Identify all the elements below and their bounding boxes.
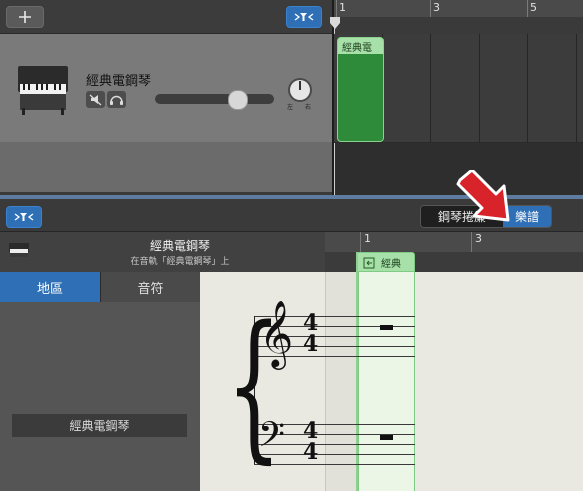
editor-track-name: 經典電鋼琴	[149, 239, 210, 253]
volume-slider-knob[interactable]	[228, 90, 248, 110]
timeline-ruler[interactable]: 1 3 5	[334, 0, 583, 18]
tab-region[interactable]: 地區	[0, 272, 100, 302]
midi-region[interactable]: 經典電	[337, 37, 384, 142]
track-filter-button[interactable]	[286, 6, 322, 28]
treble-clef: 𝄞	[259, 299, 294, 367]
score-gutter	[325, 272, 356, 491]
filter-icon	[14, 213, 34, 221]
editor-filter-button[interactable]	[6, 206, 42, 228]
ruler-mark-3: 3	[433, 1, 440, 14]
mute-button[interactable]	[86, 91, 105, 108]
region-name: 經典電	[342, 43, 372, 54]
editor-track-info: 經典電鋼琴 在音軌「經典電鋼琴」上	[0, 232, 325, 272]
editor-ruler-mark-3: 3	[475, 232, 482, 245]
inspector-tabs: 地區 音符	[0, 272, 200, 302]
add-track-button[interactable]	[6, 6, 44, 28]
editor-playhead[interactable]	[356, 252, 358, 491]
tracks-toolbar	[0, 0, 332, 34]
pan-right-label: 右	[305, 104, 312, 111]
whole-rest[interactable]	[380, 325, 393, 330]
score-region-name: 經典	[381, 259, 401, 270]
pan-left-label: 左	[287, 104, 294, 111]
ruler-mark-5: 5	[530, 1, 537, 14]
headphones-icon	[110, 95, 123, 105]
red-arrow-icon	[456, 170, 510, 222]
editor-track-subtitle: 在音軌「經典電鋼琴」上	[130, 257, 230, 267]
solo-headphones-button[interactable]	[107, 91, 126, 108]
track-header[interactable]: 經典電鋼琴 左 右	[0, 34, 332, 142]
cycle-bar[interactable]	[334, 17, 583, 34]
electric-piano-icon	[18, 66, 68, 115]
volume-slider-track[interactable]	[155, 90, 274, 110]
plus-icon	[19, 11, 31, 23]
region-name-field[interactable]: 經典電鋼琴	[12, 414, 187, 437]
bass-clef: 𝄢	[258, 414, 286, 463]
score-region-header[interactable]: 經典	[356, 252, 415, 272]
playhead-icon[interactable]	[329, 16, 341, 30]
tab-notes[interactable]: 音符	[100, 272, 200, 302]
region-header[interactable]: 經典電	[338, 38, 383, 54]
filter-icon	[294, 13, 314, 21]
mute-icon	[89, 94, 102, 106]
score-region-body[interactable]	[358, 272, 415, 491]
time-signature-bottom: 4	[303, 439, 319, 465]
time-signature-bottom: 4	[303, 331, 319, 357]
pan-knob[interactable]	[286, 76, 314, 104]
track-name: 經典電鋼琴	[86, 74, 152, 89]
whole-rest[interactable]	[380, 435, 393, 440]
inspector-panel	[0, 302, 200, 491]
editor-ruler-mark-1: 1	[364, 232, 371, 245]
ruler-mark-1: 1	[339, 1, 346, 14]
loop-icon	[363, 257, 375, 269]
empty-track-area[interactable]	[0, 142, 332, 192]
